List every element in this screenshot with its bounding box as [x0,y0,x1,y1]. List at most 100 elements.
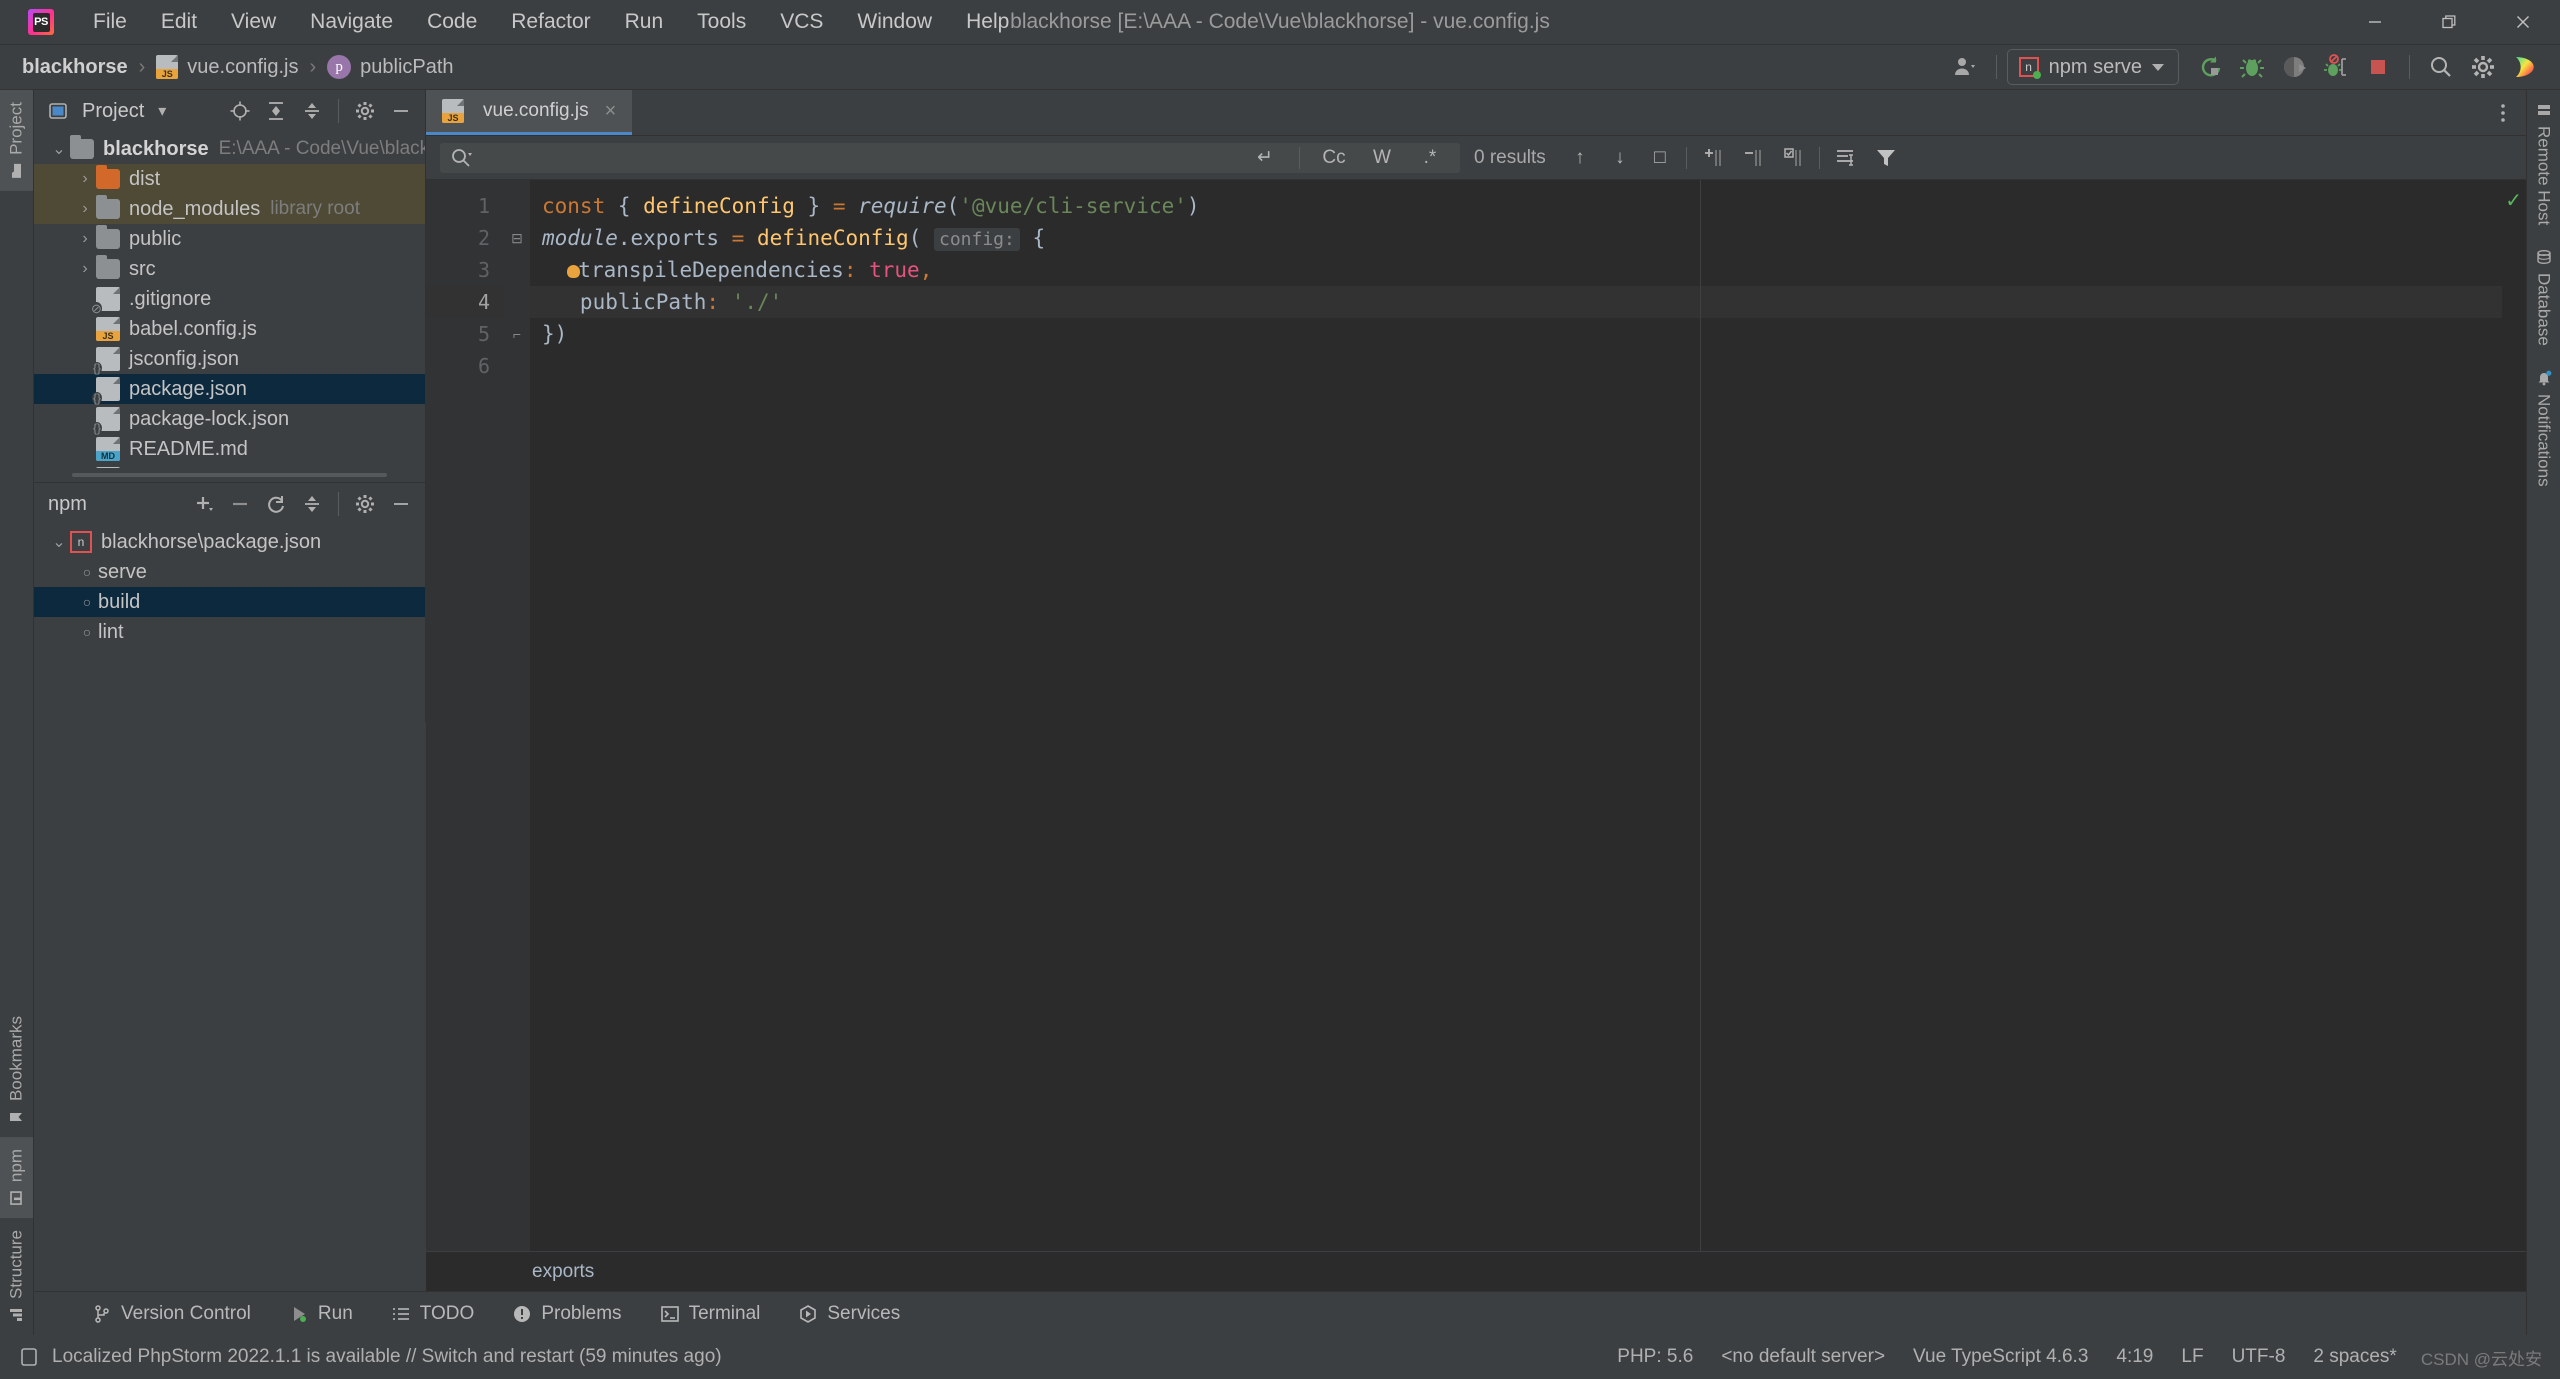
php-version[interactable]: PHP: 5.6 [1603,1342,1707,1372]
settings-icon[interactable] [2462,47,2504,87]
breadcrumb-symbol[interactable]: p publicPath [321,53,459,81]
line-separator[interactable]: LF [2167,1342,2217,1372]
menu-file[interactable]: File [76,5,144,39]
code-line-5[interactable]: }) [530,318,2502,350]
run-configuration-selector[interactable]: n npm serve [2006,49,2179,85]
caret-position[interactable]: 4:19 [2102,1342,2167,1372]
more-options-icon[interactable] [2480,90,2526,135]
code-lines[interactable]: const { defineConfig } = require('@vue/c… [530,180,2502,1251]
hide-icon[interactable] [385,96,417,126]
breadcrumb-project[interactable]: blackhorse [16,54,134,81]
select-all-icon[interactable] [1773,142,1813,174]
code-area[interactable]: 1 2 3 4 5 6 ⊟ ⌐ const {defineConfig} =… [426,180,2526,1251]
hide-icon[interactable] [385,489,417,519]
in-selection-icon[interactable] [1826,142,1866,174]
tree-item-babel-config[interactable]: JS babel.config.js [34,314,425,344]
code-line-4[interactable]: publicPath: './' [530,286,2502,318]
filter-icon[interactable] [1866,142,1906,174]
add-selection-icon[interactable] [1693,142,1733,174]
run-with-coverage-icon[interactable] [2273,47,2315,87]
account-icon[interactable] [1944,47,1986,87]
default-server[interactable]: <no default server> [1707,1342,1899,1372]
tree-item-dist[interactable]: › dist [34,164,425,194]
search-input-wrap[interactable]: ↵ Cc W .* [440,142,1460,174]
sidebar-tab-remote-host[interactable]: Remote Host [2527,90,2560,237]
code-line-6[interactable] [530,350,2502,382]
bottom-tab-services[interactable]: Services [782,1298,916,1330]
search-input[interactable] [480,146,1237,169]
sidebar-tab-notifications[interactable]: Notifications [2527,358,2560,499]
typescript-service[interactable]: Vue TypeScript 4.6.3 [1899,1342,2102,1372]
expand-all-icon[interactable] [260,96,292,126]
editor-tab-vue-config[interactable]: vue.config.js × [426,90,633,135]
npm-script-serve[interactable]: ○ serve [34,557,425,587]
close-icon[interactable]: × [605,100,617,123]
tree-item-package-json[interactable]: package.json [34,374,425,404]
select-all-occurrences-icon[interactable]: □ [1640,142,1680,174]
bottom-tab-terminal[interactable]: Terminal [644,1298,777,1330]
collapse-all-icon[interactable] [296,96,328,126]
fold-region-start-icon[interactable]: ⊟ [504,222,530,254]
tree-item-package-lock-json[interactable]: package-lock.json [34,404,425,434]
status-message[interactable]: Localized PhpStorm 2022.1.1 is available… [18,1346,722,1368]
chevron-down-icon[interactable]: ⌄ [48,532,70,552]
regex-toggle[interactable]: .* [1410,142,1450,174]
code-line-2[interactable]: module.exports = defineConfig( config: { [530,222,2502,254]
menu-help[interactable]: Help [949,5,1026,39]
maximize-restore-button[interactable] [2412,0,2486,45]
search-everywhere-icon[interactable] [2420,47,2462,87]
breadcrumb-file[interactable]: vue.config.js [150,53,304,81]
regex-newline-toggle[interactable]: ↵ [1245,142,1285,174]
tree-item-src[interactable]: › src [34,254,425,284]
menu-navigate[interactable]: Navigate [293,5,410,39]
find-previous-icon[interactable]: ↑ [1560,142,1600,174]
add-icon[interactable] [188,489,220,519]
npm-script-build[interactable]: ○ build [34,587,425,617]
tree-item-node-modules[interactable]: › node_modules library root [34,194,425,224]
refresh-icon[interactable] [260,489,292,519]
code-line-1[interactable]: const { defineConfig } = require('@vue/c… [530,190,2502,222]
sidebar-tab-bookmarks[interactable]: Bookmarks [0,1004,33,1137]
menu-edit[interactable]: Edit [144,5,214,39]
tree-item-gitignore[interactable]: .gitignore [34,284,425,315]
sidebar-tab-database[interactable]: Database [2527,237,2560,358]
tree-item-readme[interactable]: MD README.md [34,434,425,464]
stop-icon[interactable] [2357,47,2399,87]
error-stripe-gutter[interactable]: ✓ [2502,180,2526,1251]
menu-code[interactable]: Code [410,5,494,39]
fold-region-end-icon[interactable]: ⌐ [504,318,530,350]
chevron-right-icon[interactable]: › [74,260,96,278]
code-line-3[interactable]: transpileDependencies: true, [530,254,2502,286]
chevron-down-icon[interactable]: ⌄ [48,139,70,159]
find-next-icon[interactable]: ↓ [1600,142,1640,174]
select-opened-file-icon[interactable] [224,96,256,126]
debug-icon[interactable] [2231,47,2273,87]
profile-icon[interactable] [2315,47,2357,87]
chevron-right-icon[interactable]: › [74,200,96,218]
indent-setting[interactable]: 2 spaces* [2299,1342,2410,1372]
menu-vcs[interactable]: VCS [763,5,840,39]
code-folding-gutter[interactable]: ⊟ ⌐ [504,180,530,1251]
settings-icon[interactable] [349,96,381,126]
bottom-tab-todo[interactable]: TODO [375,1298,491,1330]
bottom-tab-version-control[interactable]: Version Control [76,1298,267,1330]
menu-refactor[interactable]: Refactor [494,5,607,39]
npm-item-package-json[interactable]: ⌄ n blackhorse\package.json [34,527,425,557]
remove-selection-icon[interactable] [1733,142,1773,174]
minimize-button[interactable] [2338,0,2412,45]
menu-view[interactable]: View [214,5,293,39]
bottom-tab-run[interactable]: Run [273,1298,369,1330]
tree-item-public[interactable]: › public [34,224,425,254]
close-button[interactable] [2486,0,2560,45]
npm-script-lint[interactable]: ○ lint [34,617,425,647]
tree-item-jsconfig[interactable]: jsconfig.json [34,344,425,374]
tree-item-blackhorse[interactable]: ⌄ blackhorse E:\AAA - Code\Vue\black [34,134,425,164]
inspection-ok-icon[interactable]: ✓ [2505,188,2522,213]
menu-tools[interactable]: Tools [680,5,763,39]
bottom-tab-problems[interactable]: Problems [496,1298,637,1330]
project-panel-scrollbar[interactable] [34,468,425,482]
file-encoding[interactable]: UTF-8 [2218,1342,2300,1372]
run-icon[interactable] [2189,47,2231,87]
remove-icon[interactable] [224,489,256,519]
sidebar-tab-project[interactable]: Project [0,90,33,191]
